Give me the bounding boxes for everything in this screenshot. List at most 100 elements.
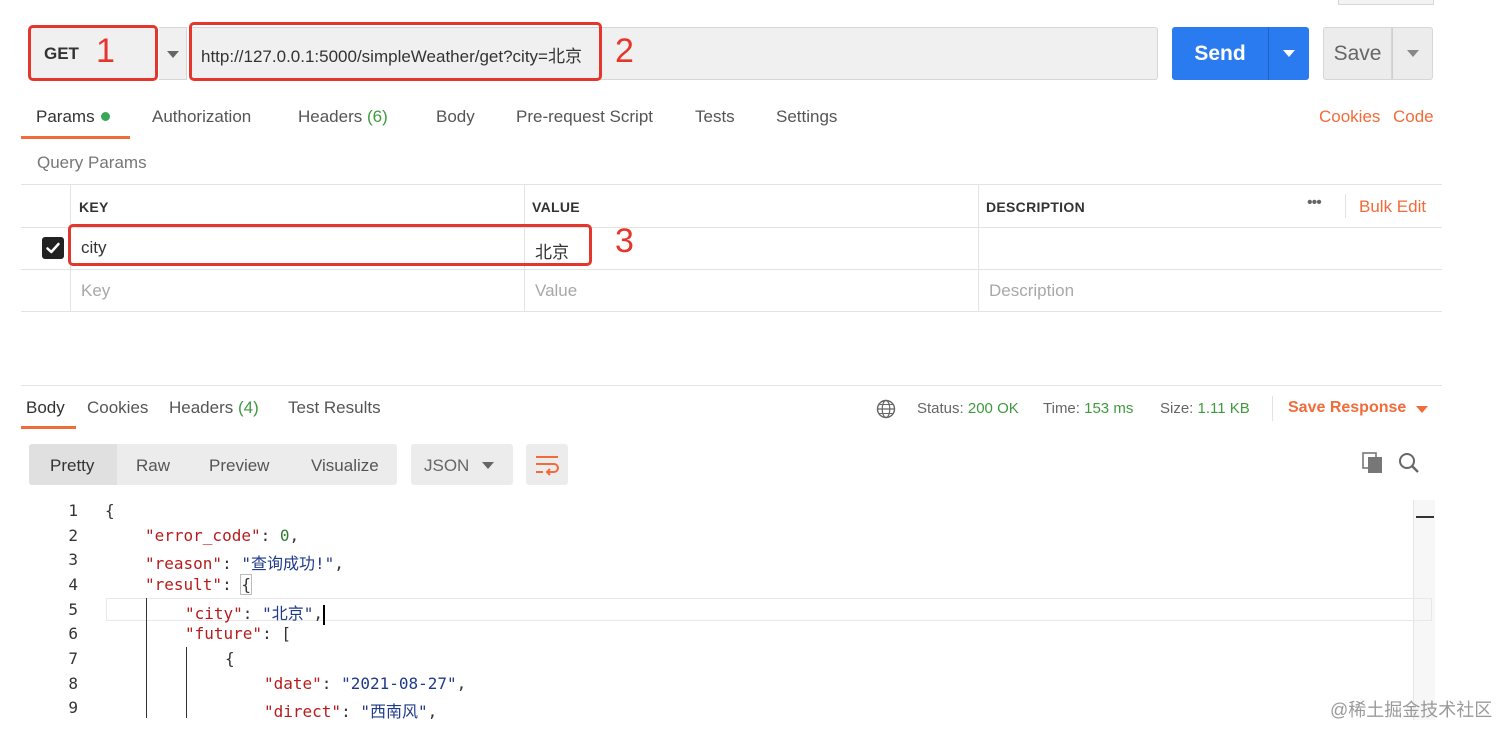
- table-border: [21, 311, 1442, 312]
- line-number: 3: [68, 550, 78, 569]
- header-divider: [1345, 194, 1346, 218]
- code-value: "2021-08-27": [341, 674, 457, 693]
- status-readout: Status: 200 OK: [917, 400, 1019, 417]
- time-label: Time:: [1043, 400, 1080, 417]
- code-line-9: "direct": "西南风",: [264, 702, 438, 721]
- code-value: 0: [279, 526, 290, 545]
- line-number: 2: [68, 526, 78, 545]
- response-tab-headers[interactable]: Headers (4): [169, 398, 259, 418]
- line-number: 1: [68, 501, 78, 520]
- code-token: {: [240, 574, 252, 595]
- tab-headers[interactable]: Headers (6): [298, 107, 388, 127]
- description-input[interactable]: Description: [989, 281, 1074, 301]
- checkmark-icon: [46, 242, 60, 254]
- wrap-lines-button[interactable]: [526, 444, 568, 485]
- code-key: "reason": [145, 554, 223, 573]
- view-raw[interactable]: Raw: [136, 456, 170, 476]
- tab-tests[interactable]: Tests: [695, 107, 735, 127]
- code-key: "date": [264, 674, 322, 693]
- code-line-7: {: [225, 649, 235, 668]
- code-key: "direct": [264, 702, 342, 721]
- view-preview[interactable]: Preview: [209, 456, 269, 476]
- code-token: [: [281, 624, 291, 643]
- status-label: Status:: [917, 400, 964, 417]
- send-button[interactable]: Send: [1172, 27, 1268, 80]
- param-checkbox[interactable]: [42, 237, 64, 259]
- tab-headers-label: Headers: [298, 107, 363, 126]
- line-number: 4: [68, 575, 78, 594]
- response-tab-test-results[interactable]: Test Results: [288, 398, 381, 418]
- save-response-label: Save Response: [1288, 399, 1407, 416]
- table-border: [21, 184, 1442, 185]
- chevron-down-icon: [167, 51, 179, 58]
- response-tab-cookies[interactable]: Cookies: [87, 398, 148, 418]
- time-readout: Time: 153 ms: [1043, 400, 1133, 417]
- status-value: 200 OK: [967, 400, 1019, 417]
- code-token: {: [105, 501, 115, 520]
- time-value: 153 ms: [1084, 400, 1134, 417]
- tab-params[interactable]: Params: [36, 107, 110, 127]
- text-cursor: [322, 604, 325, 625]
- annotation-number-1: 1: [96, 32, 115, 70]
- send-options-button[interactable]: [1268, 27, 1309, 80]
- response-tab-body[interactable]: Body: [26, 398, 65, 418]
- line-number: 5: [68, 600, 78, 619]
- save-options-button[interactable]: [1392, 27, 1433, 80]
- tab-settings[interactable]: Settings: [776, 107, 837, 127]
- bulk-edit-link[interactable]: Bulk Edit: [1359, 197, 1426, 217]
- chevron-down-icon: [482, 462, 494, 469]
- tab-pre-request-script[interactable]: Pre-request Script: [516, 107, 653, 127]
- code-line-6: "future": [: [185, 624, 291, 643]
- globe-icon[interactable]: [876, 399, 896, 419]
- tab-active-indicator: [21, 136, 130, 139]
- line-number: 7: [68, 649, 78, 668]
- code-line-2: "error_code": 0,: [145, 526, 300, 545]
- chevron-down-icon: [1406, 50, 1419, 57]
- more-options-icon[interactable]: •••: [1307, 194, 1322, 212]
- method-dropdown[interactable]: [159, 27, 187, 80]
- annotation-box-3: [68, 224, 592, 266]
- line-number: 6: [68, 624, 78, 643]
- code-line-3: "reason": "查询成功!",: [145, 554, 344, 573]
- view-pretty[interactable]: Pretty: [50, 456, 94, 476]
- code-key: "city": [185, 604, 243, 623]
- query-params-title: Query Params: [37, 153, 147, 172]
- table-divider: [978, 184, 979, 311]
- code-key: "result": [145, 575, 223, 594]
- table-border: [21, 269, 1442, 270]
- code-line-1: {: [105, 501, 115, 520]
- code-value: "西南风": [360, 702, 428, 721]
- cookies-link[interactable]: Cookies: [1319, 107, 1380, 127]
- format-value: JSON: [424, 456, 470, 475]
- chevron-down-icon[interactable]: [1416, 406, 1428, 413]
- params-active-dot: [100, 112, 110, 122]
- column-header-key: KEY: [79, 199, 109, 215]
- size-label: Size:: [1160, 400, 1194, 417]
- response-headers-label: Headers: [169, 398, 234, 417]
- tab-authorization[interactable]: Authorization: [152, 107, 251, 127]
- wrap-icon: [536, 456, 559, 476]
- tab-body[interactable]: Body: [436, 107, 475, 127]
- indent-guide: [146, 598, 147, 718]
- search-icon[interactable]: [1398, 452, 1420, 474]
- value-input[interactable]: Value: [535, 281, 577, 301]
- code-value: "查询成功!": [241, 554, 335, 573]
- scrollbar-thumb[interactable]: [1416, 516, 1434, 518]
- column-header-value: VALUE: [532, 199, 580, 215]
- view-visualize[interactable]: Visualize: [311, 456, 379, 476]
- key-input[interactable]: Key: [81, 281, 110, 301]
- watermark: @稀土掘金技术社区: [1330, 700, 1493, 720]
- code-line-4: "result": {: [145, 574, 252, 595]
- code-link[interactable]: Code: [1393, 107, 1434, 127]
- code-value: "北京": [262, 604, 314, 623]
- indent-guide: [186, 647, 187, 718]
- save-response-button[interactable]: Save Response: [1288, 399, 1406, 417]
- size-value: 1.11 KB: [1197, 400, 1250, 417]
- line-number: 8: [68, 674, 78, 693]
- copy-icon[interactable]: [1362, 452, 1384, 474]
- code-line-5: "city": "北京",: [185, 604, 325, 625]
- code-key: "future": [185, 624, 263, 643]
- save-button[interactable]: Save: [1323, 27, 1392, 80]
- size-readout: Size: 1.11 KB: [1160, 400, 1250, 417]
- response-headers-count: (4): [238, 398, 259, 417]
